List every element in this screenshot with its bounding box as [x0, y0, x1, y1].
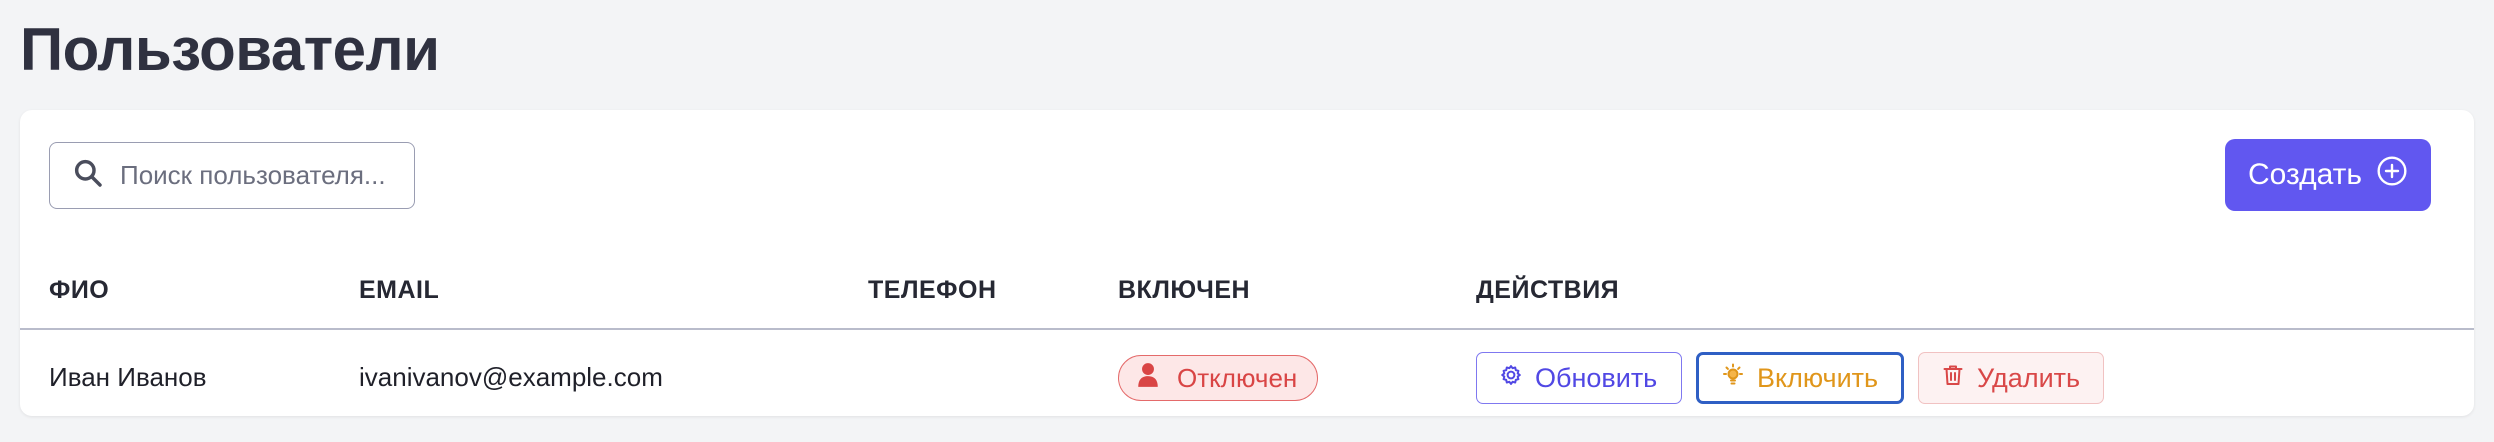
search-box[interactable] — [49, 142, 415, 209]
create-button-label: Создать — [2247, 158, 2362, 191]
column-header-phone: ТЕЛЕФОН — [868, 276, 997, 304]
user-name-cell: Иван Иванов — [49, 362, 207, 392]
plus-circle-icon — [2376, 155, 2408, 195]
create-user-button[interactable]: Создать — [2225, 139, 2431, 211]
status-badge: Отключен — [1118, 355, 1319, 401]
column-header-email: EMAIL — [359, 276, 440, 304]
search-icon — [72, 157, 104, 194]
gear-icon — [1499, 363, 1523, 394]
user-icon — [1137, 362, 1159, 395]
table-row: Иван Иванов ivanivanov@example.com Отклю… — [20, 332, 2474, 416]
page-title: Пользователи — [20, 16, 440, 83]
column-header-enabled: ВКЛЮЧЕН — [1118, 276, 1251, 304]
enable-button[interactable]: Включить — [1696, 352, 1904, 404]
enable-button-label: Включить — [1757, 362, 1879, 393]
search-input[interactable] — [120, 160, 400, 191]
status-badge-label: Отключен — [1177, 362, 1298, 393]
trash-icon — [1941, 363, 1965, 394]
column-header-name: ФИО — [49, 276, 110, 304]
column-header-actions: ДЕЙСТВИЯ — [1476, 276, 1620, 304]
users-card: Создать ФИО EMAIL ТЕЛЕФОН ВКЛЮЧЕН ДЕЙСТВ… — [20, 110, 2474, 416]
user-email-cell: ivanivanov@example.com — [359, 362, 663, 392]
delete-button-label: Удалить — [1977, 362, 2081, 393]
update-button-label: Обновить — [1535, 362, 1658, 393]
lightbulb-icon — [1721, 363, 1745, 394]
table-header: ФИО EMAIL ТЕЛЕФОН ВКЛЮЧЕН ДЕЙСТВИЯ — [20, 260, 2474, 330]
update-button[interactable]: Обновить — [1476, 352, 1682, 404]
delete-button[interactable]: Удалить — [1918, 352, 2104, 404]
